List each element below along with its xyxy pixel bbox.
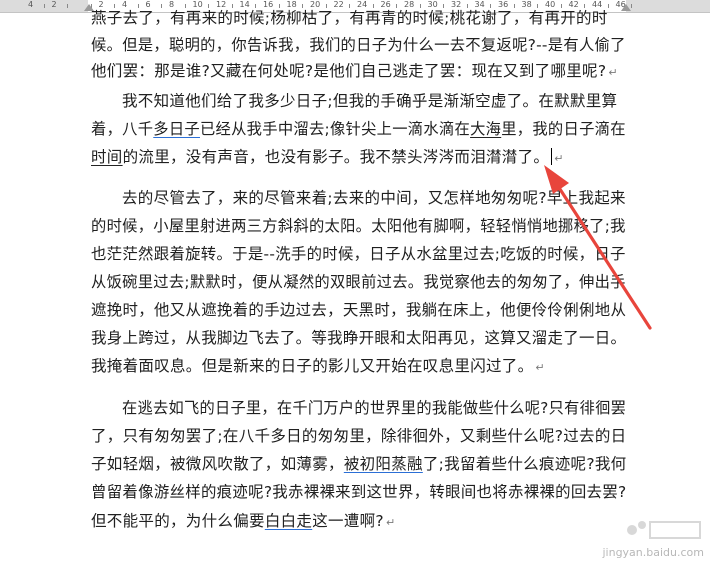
arrow-head xyxy=(544,165,569,194)
watermark-text: jingyan.baidu.com xyxy=(602,546,704,559)
ruler-tick xyxy=(607,4,609,8)
baidu-jingyan-logo xyxy=(627,521,701,539)
watermark: jingyan.baidu.com xyxy=(602,519,704,559)
watermark-logo xyxy=(602,519,704,546)
arrow-shaft xyxy=(554,181,652,330)
red-arrow-annotation xyxy=(544,165,652,330)
ruler-tick xyxy=(43,4,45,8)
ruler-number: 2 xyxy=(51,0,57,9)
right-indent-marker[interactable] xyxy=(621,4,631,11)
ruler-tick xyxy=(631,4,633,8)
ruler-number: 4 xyxy=(28,0,34,9)
ruler-tick xyxy=(67,4,69,8)
document-page[interactable]: 燕子去了，有再来的时候;杨柳枯了，有再青的时候;桃花谢了，有再开的时 候。但是，聪… xyxy=(0,9,710,563)
